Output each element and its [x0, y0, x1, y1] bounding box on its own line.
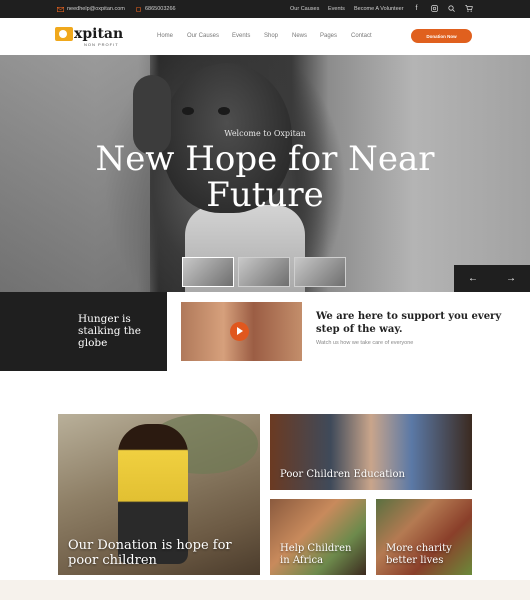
logo-mark: [55, 27, 73, 41]
card-help-caption: Help Children in Africa: [280, 543, 352, 566]
donation-now-button[interactable]: Donation Now: [411, 29, 472, 43]
phone-icon: [136, 6, 141, 12]
card-charity-caption: More charity better lives: [386, 543, 452, 566]
hero-thumbnail-3[interactable]: [294, 257, 346, 287]
play-icon[interactable]: [230, 322, 249, 341]
hero-thumbnail-2[interactable]: [238, 257, 290, 287]
top-bar: needhelp@oxpitan.com 6865003266 Our Caus…: [0, 0, 530, 18]
card-education[interactable]: Poor Children Education: [270, 414, 472, 490]
hero-arrows: ← →: [454, 265, 530, 292]
nav-contact[interactable]: Contact: [351, 33, 372, 39]
card-education-caption: Poor Children Education: [280, 469, 405, 480]
main-header: xpitan NON PROFIT Home Our Causes Events…: [0, 18, 530, 55]
hunger-panel: Hunger is stalking the globe: [0, 292, 167, 371]
nav-events[interactable]: Events: [232, 33, 250, 39]
phone-contact[interactable]: 6865003266: [135, 6, 176, 12]
logo-text: xpitan: [74, 26, 124, 42]
arrow-right-icon[interactable]: →: [492, 265, 530, 292]
phone-text: 6865003266: [145, 6, 176, 12]
nav-shop[interactable]: Shop: [264, 33, 278, 39]
topbar-link-events[interactable]: Events: [328, 6, 345, 12]
logo-subtitle: NON PROFIT: [84, 42, 119, 47]
email-text: needhelp@oxpitan.com: [67, 6, 125, 12]
hero-subtitle: Welcome to Oxpitan: [224, 129, 306, 138]
card-donation-caption: Our Donation is hope for poor children: [68, 538, 232, 568]
facebook-icon[interactable]: f: [412, 4, 421, 13]
search-icon[interactable]: [447, 4, 456, 13]
bottom-strip: [0, 580, 530, 600]
nav-pages[interactable]: Pages: [320, 33, 337, 39]
support-heading: We are here to support you every step of…: [316, 311, 502, 335]
arrow-left-icon[interactable]: ←: [454, 265, 492, 292]
card-charity[interactable]: More charity better lives: [376, 499, 472, 575]
nav-home[interactable]: Home: [157, 33, 173, 39]
instagram-icon[interactable]: [430, 4, 439, 13]
hero-thumbnails: [182, 257, 346, 287]
support-text: Watch us how we take care of everyone: [316, 340, 414, 346]
hero-eye-left: [182, 107, 194, 115]
hero-eye-right: [218, 107, 230, 115]
hunger-text: Hunger is stalking the globe: [78, 313, 141, 349]
nav-news[interactable]: News: [292, 33, 307, 39]
hero-thumbnail-1[interactable]: [182, 257, 234, 287]
logo[interactable]: xpitan NON PROFIT: [55, 26, 124, 47]
topbar-link-causes[interactable]: Our Causes: [290, 6, 319, 12]
email-contact[interactable]: needhelp@oxpitan.com: [57, 6, 125, 12]
topbar-link-volunteer[interactable]: Become A Volunteer: [354, 6, 404, 12]
hero-title: New Hope for Near Future: [95, 139, 435, 215]
card-donation[interactable]: Our Donation is hope for poor children: [58, 414, 260, 575]
nav-causes[interactable]: Our Causes: [187, 33, 219, 39]
cart-icon[interactable]: [464, 4, 473, 13]
card-help-africa[interactable]: Help Children in Africa: [270, 499, 366, 575]
mail-icon: [57, 6, 64, 12]
video-thumbnail[interactable]: [181, 302, 302, 361]
hero-slider: Welcome to Oxpitan New Hope for Near Fut…: [0, 55, 530, 292]
